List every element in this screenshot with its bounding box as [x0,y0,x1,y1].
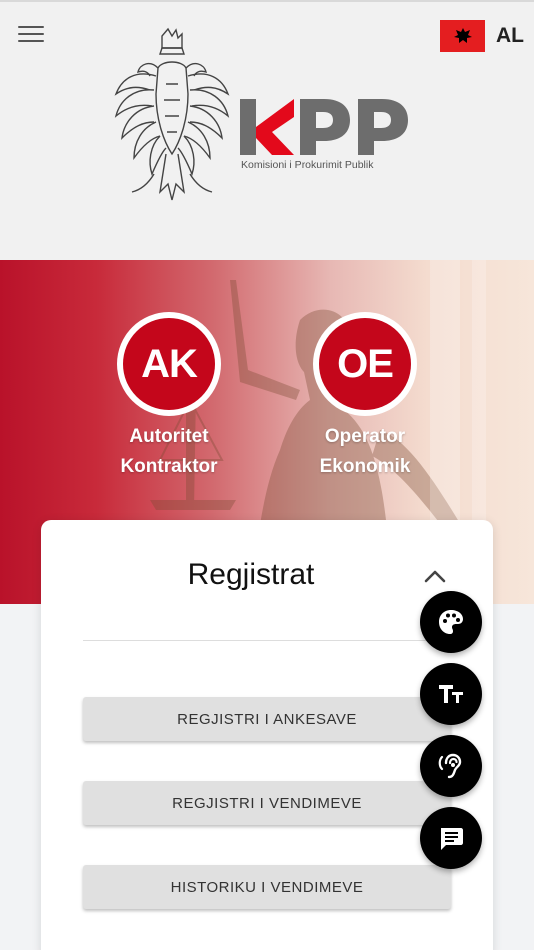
ak-badge: AK [117,312,221,416]
oe-label-line2: Ekonomik [319,456,411,477]
ak-label-line1: Autoritet [129,426,209,447]
regjistri-ankesave-button[interactable]: REGJISTRI I ANKESAVE [83,697,451,741]
language-selector[interactable]: AL [440,20,524,52]
oe-badge: OE [313,312,417,416]
text-size-icon [439,685,463,703]
hearing-icon [438,753,462,779]
ak-label: Autoritet Kontraktor [99,422,239,482]
ak-label-line2: Kontraktor [120,456,218,477]
theme-palette-button[interactable] [420,591,482,653]
site-header: AL Komisioni i Prokurimit Publik [0,0,534,260]
hearing-assist-button[interactable] [420,735,482,797]
chevron-up-icon[interactable] [423,566,447,584]
text-size-button[interactable] [420,663,482,725]
card-divider [83,640,451,641]
kpp-logo[interactable]: Komisioni i Prokurimit Publik [110,24,430,219]
palette-icon [439,610,463,634]
kpp-wordmark: Komisioni i Prokurimit Publik [240,99,408,171]
oe-badge-text: OE [319,318,411,410]
eagle-emblem [114,27,230,201]
autoritet-kontraktor-link[interactable]: AK Autoritet Kontraktor [99,312,239,482]
albania-flag-icon [440,20,485,52]
historiku-vendimeve-button[interactable]: HISTORIKU I VENDIMEVE [83,865,451,909]
oe-label: Operator Ekonomik [295,422,435,482]
ak-badge-text: AK [123,318,215,410]
chat-icon [441,828,463,850]
hamburger-menu-icon[interactable] [18,26,44,44]
language-code: AL [496,24,524,47]
operator-ekonomik-link[interactable]: OE Operator Ekonomik [295,312,435,482]
chat-button[interactable] [420,807,482,869]
regjistri-vendimeve-button[interactable]: REGJISTRI I VENDIMEVE [83,781,451,825]
logo-subtitle: Komisioni i Prokurimit Publik [241,159,374,171]
oe-label-line1: Operator [324,426,406,447]
registers-title: Regjistrat [187,558,315,591]
registers-card: Regjistrat REGJISTRI I ANKESAVE REGJISTR… [41,520,493,950]
